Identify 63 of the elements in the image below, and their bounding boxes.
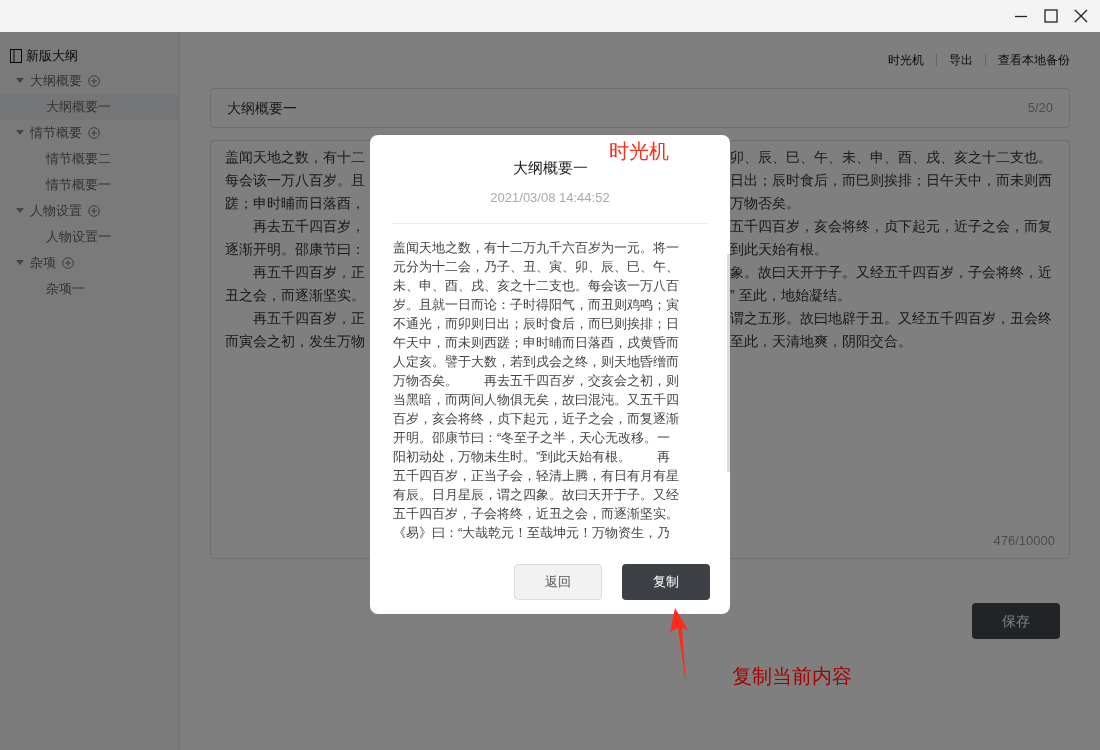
copy-button[interactable]: 复制 <box>622 564 710 600</box>
content-text-line: 五千四百岁，亥会将终，贞下起元，近子之会，而复 <box>730 217 1052 236</box>
scrollbar[interactable] <box>727 254 730 472</box>
content-text-line: 蹉；申时晡而日落酉， <box>225 194 365 213</box>
dialog-text-line: 开明。邵康节曰：“冬至子之半，天心无改移。一 <box>393 429 671 447</box>
dialog-text-line: 未、申、酉、戌、亥之十二支也。每会该一万八百 <box>393 277 679 295</box>
dialog-text-line: 当黑暗，而两间人物俱无矣，故曰混沌。又五千四 <box>393 391 679 409</box>
content-text-line: 再去五千四百岁， <box>252 217 365 236</box>
dialog-text-line: 百岁，亥会将终，贞下起元，近子之会，而复逐渐 <box>393 410 679 428</box>
dialog-text-line: 有辰。日月星辰，谓之四象。故曰天开于子。又经 <box>393 486 679 504</box>
caret-icon[interactable] <box>16 130 24 136</box>
content-text-line: 逐渐开明。邵康节曰： <box>225 240 365 259</box>
annotation-note: 复制当前内容 <box>732 664 852 689</box>
sidebar-title: 新版大纲 <box>26 47 78 66</box>
dialog-text-line: 人定亥。譬于大数，若到戌会之终，则天地昏缯而 <box>393 353 679 371</box>
tree-group[interactable]: 大纲概要 <box>30 71 82 91</box>
dialog-text-line: 五千四百岁，正当子会，轻清上腾，有日有月有星 <box>393 467 679 485</box>
caret-icon[interactable] <box>16 260 24 266</box>
content-text-line: 而寅会之初，发生万物 <box>225 332 365 351</box>
annotation-label: 时光机 <box>609 139 669 164</box>
header-link[interactable]: 时光机 <box>888 51 924 69</box>
content-text-line: 到此天始有根。 <box>730 240 828 259</box>
content-text-line: ” 至此，地始凝结。 <box>730 286 851 305</box>
close-icon[interactable] <box>1074 9 1088 23</box>
tree-group[interactable]: 杂项 <box>30 253 56 273</box>
content-text-line: 至此，天清地爽，阴阳交合。 <box>730 332 912 351</box>
content-text-line: 每会该一万八百岁。且 <box>225 171 365 190</box>
timestamp: 2021/03/08 14:44:52 <box>489 188 611 207</box>
content-text-line: 万物否矣。 <box>730 194 800 213</box>
add-circle-icon[interactable] <box>88 205 100 217</box>
dialog-text-line: 阳初动处，万物未生时。”到此天始有根。 再 <box>393 448 671 466</box>
content-text-line: 日出；辰时食后，而巳则挨排；日午天中，而未则西 <box>730 171 1052 190</box>
dialog-title: 大纲概要一 <box>511 158 589 178</box>
header-link[interactable]: 查看本地备份 <box>998 51 1070 69</box>
add-circle-icon[interactable] <box>62 257 74 269</box>
content-text-line: 谓之五形。故曰地辟于丑。又经五千四百岁，丑会终 <box>730 309 1052 328</box>
header-link[interactable]: 导出 <box>949 51 973 69</box>
add-circle-icon[interactable] <box>88 127 100 139</box>
save-button[interactable]: 保存 <box>972 603 1060 639</box>
content-text-line: 卯、辰、巳、午、未、申、酉、戌、亥之十二支也。 <box>730 148 1052 167</box>
tree-item[interactable]: 情节概要二 <box>0 146 179 172</box>
add-circle-icon[interactable] <box>88 75 100 87</box>
dialog-text-line: 《易》曰：“大哉乾元！至哉坤元！万物资生，乃 <box>393 524 671 542</box>
dialog-text-line: 万物否矣。 再去五千四百岁，交亥会之初，则 <box>393 372 679 390</box>
title-value: 大纲概要一 <box>227 98 297 118</box>
dialog-text-line: 五千四百岁，子会将终，近丑之会，而逐渐坚实。 <box>393 505 679 523</box>
content-text-line: 再五千四百岁，正 <box>252 309 365 328</box>
content-text-line: 盖闻天地之数，有十二 <box>225 148 365 167</box>
tree-group[interactable]: 人物设置 <box>30 201 82 221</box>
tree-group[interactable]: 情节概要 <box>30 123 82 143</box>
caret-icon[interactable] <box>16 208 24 214</box>
dialog-text-line: 岁。且就一日而论：子时得阳气，而丑则鸡鸣；寅 <box>393 296 679 314</box>
dialog-text-line: 元分为十二会，乃子、丑、寅、卯、辰、巳、午、 <box>393 258 679 276</box>
back-button[interactable]: 返回 <box>514 564 602 600</box>
dialog-text-line: 盖闻天地之数，有十二万九千六百岁为一元。将一 <box>393 239 679 257</box>
dialog-text-line: 不通光，而卯则日出；辰时食后，而巳则挨排；日 <box>393 315 679 333</box>
caret-icon[interactable] <box>16 78 24 84</box>
maximize-icon[interactable] <box>1044 9 1058 23</box>
content-text-line: 再五千四百岁，正 <box>252 263 365 282</box>
content-text-line: 象。故曰天开于子。又经五千四百岁，子会将终，近 <box>730 263 1052 282</box>
book-icon <box>10 49 22 63</box>
content-text-line: 丑之会，而逐渐坚实。 <box>225 286 365 305</box>
dialog-text-line: 午天中，而未则西蹉；申时晡而日落酉，戌黄昏而 <box>393 334 679 352</box>
